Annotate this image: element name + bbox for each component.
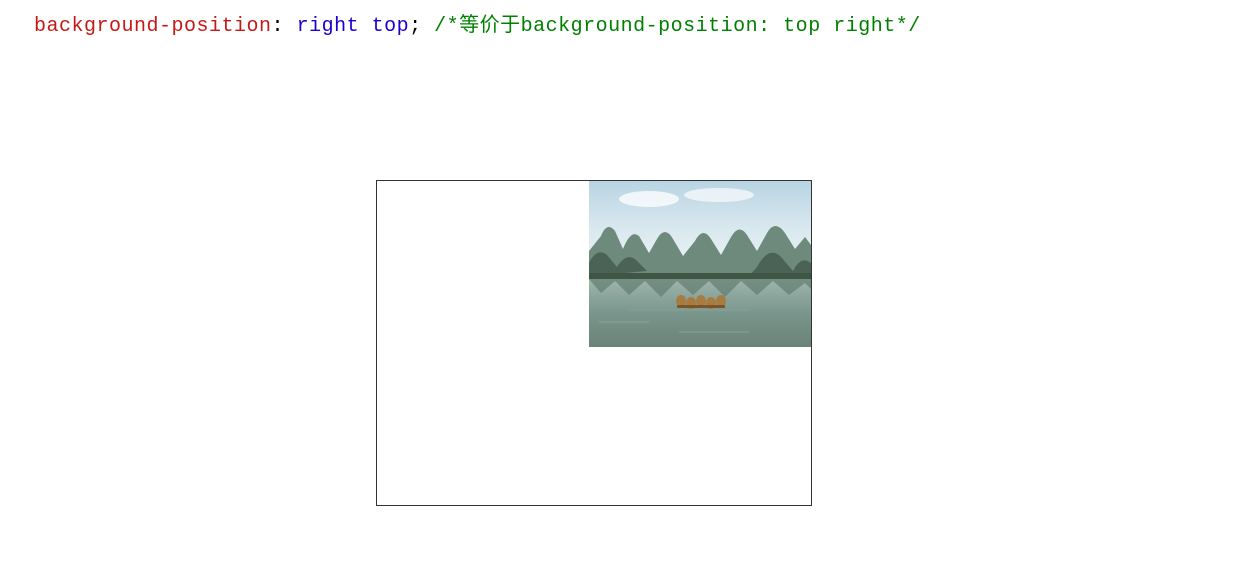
css-colon: : <box>272 15 285 38</box>
css-property: background-position <box>34 15 272 38</box>
css-comment: /*等价于background-position: top right*/ <box>434 15 921 38</box>
css-value: right top <box>297 15 410 38</box>
css-code-line: background-position: right top; /*等价于bac… <box>34 8 921 38</box>
positioned-image <box>589 181 811 347</box>
position-diagram-container <box>376 180 812 506</box>
css-semicolon: ; <box>409 15 422 38</box>
